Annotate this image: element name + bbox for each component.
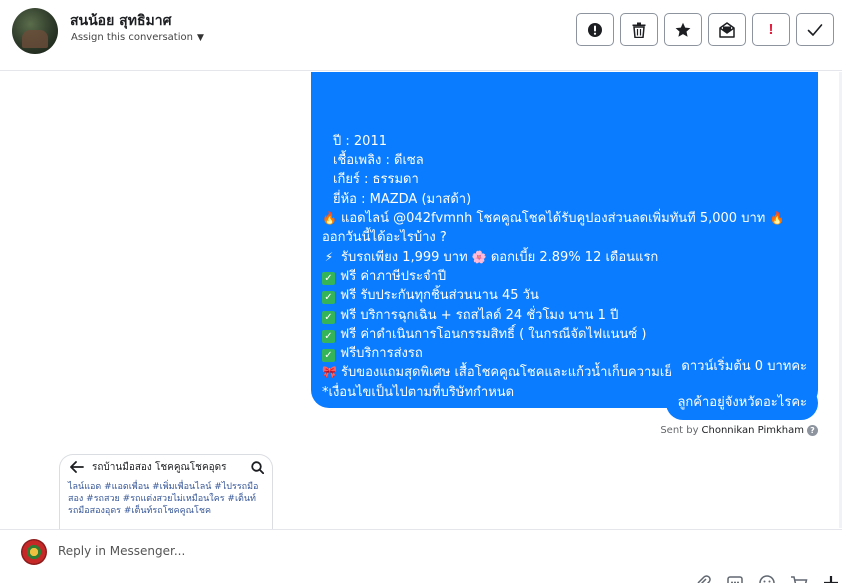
- alert-circle-icon: [588, 22, 602, 37]
- caret-down-icon: ▼: [196, 32, 204, 43]
- fire-icon: 🔥: [769, 211, 785, 226]
- message-line: ยี่ห้อ : MAZDA (มาสด้า): [333, 191, 472, 207]
- message-line: เชื้อเพลิง : ดีเซล: [333, 153, 424, 169]
- info-icon[interactable]: ?: [807, 425, 818, 436]
- line-text: ฟรี บริการฉุกเฉิน + รถสไลด์ 24 ชั่วโมง น…: [340, 307, 619, 323]
- trash-icon: [632, 22, 646, 38]
- delete-button[interactable]: [620, 13, 658, 46]
- flag-button[interactable]: !: [752, 13, 790, 46]
- assign-conversation-dropdown[interactable]: Assign this conversation ▼: [71, 32, 204, 43]
- spam-button[interactable]: [576, 13, 614, 46]
- inbox-conversation: สนน้อย สุทธิมาศ Assign this conversation…: [0, 0, 842, 583]
- message-line: 🔥 แอดไลน์ @042fvmnh โชคคูณโชคได้รับคูปองส…: [322, 209, 808, 228]
- attach-icon[interactable]: [694, 574, 712, 583]
- reply-composer: [0, 529, 842, 583]
- check-box-icon: ✓: [322, 271, 335, 285]
- line-text: ฟรี รับประกันทุกชิ้นส่วนนาน 45 วัน: [340, 288, 539, 304]
- message-line: ✓ ฟรี ค่าภาษีประจำปี: [322, 267, 808, 286]
- preview-title: รถบ้านมือสอง โชคคูณโชคอุดร: [92, 461, 227, 473]
- line-text: รับของแถมสุดพิเศษ เสื้อโชคคูณโชคและแก้วน…: [341, 365, 681, 381]
- message-line: ✓ ฟรี บริการฉุกเฉิน + รถสไลด์ 24 ชั่วโมง …: [322, 306, 808, 325]
- line-text: ฟรีบริการส่งรถ: [340, 346, 423, 362]
- line-text: รับรถเพียง 1,999 บาท: [341, 249, 468, 265]
- preview-search-bar: รถบ้านมือสอง โชคคูณโชคอุดร: [60, 455, 272, 479]
- check-box-icon: ✓: [322, 329, 335, 343]
- page-avatar: [21, 539, 47, 565]
- check-box-icon: ✓: [322, 310, 335, 324]
- message-line: ✓ ฟรี รับประกันทุกชิ้นส่วนนาน 45 วัน: [322, 286, 808, 305]
- blossom-icon: 🌸: [471, 249, 487, 264]
- reply-input[interactable]: [58, 544, 758, 558]
- check-icon: [807, 23, 823, 36]
- line-text: ดอกเบี้ย 2.89% 12 เดือนแรก: [490, 249, 659, 265]
- done-button[interactable]: [796, 13, 834, 46]
- outgoing-message-bubble[interactable]: ลูกค้าอยู่จังหวัดอะไรคะ: [666, 386, 818, 420]
- back-arrow-icon: [70, 461, 84, 473]
- message-line: ปี : 2011: [333, 133, 387, 149]
- mark-unread-button[interactable]: [708, 13, 746, 46]
- preview-hashtags: ไลน์แอด #แอดเพื่อน #เพิ่มเพื่อนไลน์ #ไปร…: [68, 482, 259, 516]
- star-icon: [675, 22, 691, 37]
- message-line: ✓ ฟรี ค่าดำเนินการโอนกรรมสิทธิ์ ( ในกรณีจ…: [322, 325, 808, 344]
- conversation-toolbar: !: [576, 13, 834, 46]
- more-plus-icon[interactable]: [822, 574, 840, 583]
- mail-open-icon: [719, 21, 735, 38]
- conversation-header: สนน้อย สุทธิมาศ Assign this conversation…: [0, 0, 842, 71]
- message-line: เกียร์ : ธรรมดา: [333, 172, 419, 188]
- message-thread[interactable]: ปี : 2011 เชื้อเพลิง : ดีเซล เกียร์ : ธร…: [0, 72, 842, 530]
- star-button[interactable]: [664, 13, 702, 46]
- ribbon-icon: 🎀: [322, 365, 337, 380]
- sent-by-prefix: Sent by: [660, 425, 699, 436]
- contact-avatar[interactable]: [12, 8, 58, 54]
- cart-icon[interactable]: [790, 574, 808, 583]
- fire-icon: 🔥: [322, 211, 337, 226]
- message-line: ⚡ รับรถเพียง 1,999 บาท 🌸 ดอกเบี้ย 2.89% 12…: [322, 248, 808, 267]
- line-text: ฟรี ค่าภาษีประจำปี: [340, 268, 447, 284]
- line-text: ฟรี ค่าดำเนินการโอนกรรมสิทธิ์ ( ในกรณีจั…: [340, 326, 647, 342]
- sender-name[interactable]: Chonnikan Pimkham: [702, 425, 804, 436]
- line-text: แอดไลน์ @042fvmnh โชคคูณโชคได้รับคูปองส่…: [341, 211, 766, 227]
- search-icon: [251, 460, 264, 474]
- assign-label: Assign this conversation: [71, 32, 193, 43]
- sent-by-label: Sent by Chonnikan Pimkham ?: [660, 425, 818, 436]
- emoji-icon[interactable]: [758, 574, 776, 583]
- check-box-icon: ✓: [322, 291, 335, 305]
- composer-tools: [694, 574, 840, 583]
- lightning-icon: ⚡: [324, 249, 334, 264]
- saved-replies-icon[interactable]: [726, 574, 744, 583]
- check-box-icon: ✓: [322, 349, 335, 363]
- outgoing-message-bubble[interactable]: ดาวน์เริ่มต้น 0 บาทคะ: [670, 350, 818, 384]
- exclamation-icon: !: [768, 21, 774, 38]
- shared-post-preview[interactable]: รถบ้านมือสอง โชคคูณโชคอุดร ไลน์แอด #แอดเ…: [59, 454, 273, 530]
- contact-name[interactable]: สนน้อย สุทธิมาศ: [70, 10, 171, 32]
- message-line: ออกวันนี้ได้อะไรบ้าง ?: [322, 230, 447, 246]
